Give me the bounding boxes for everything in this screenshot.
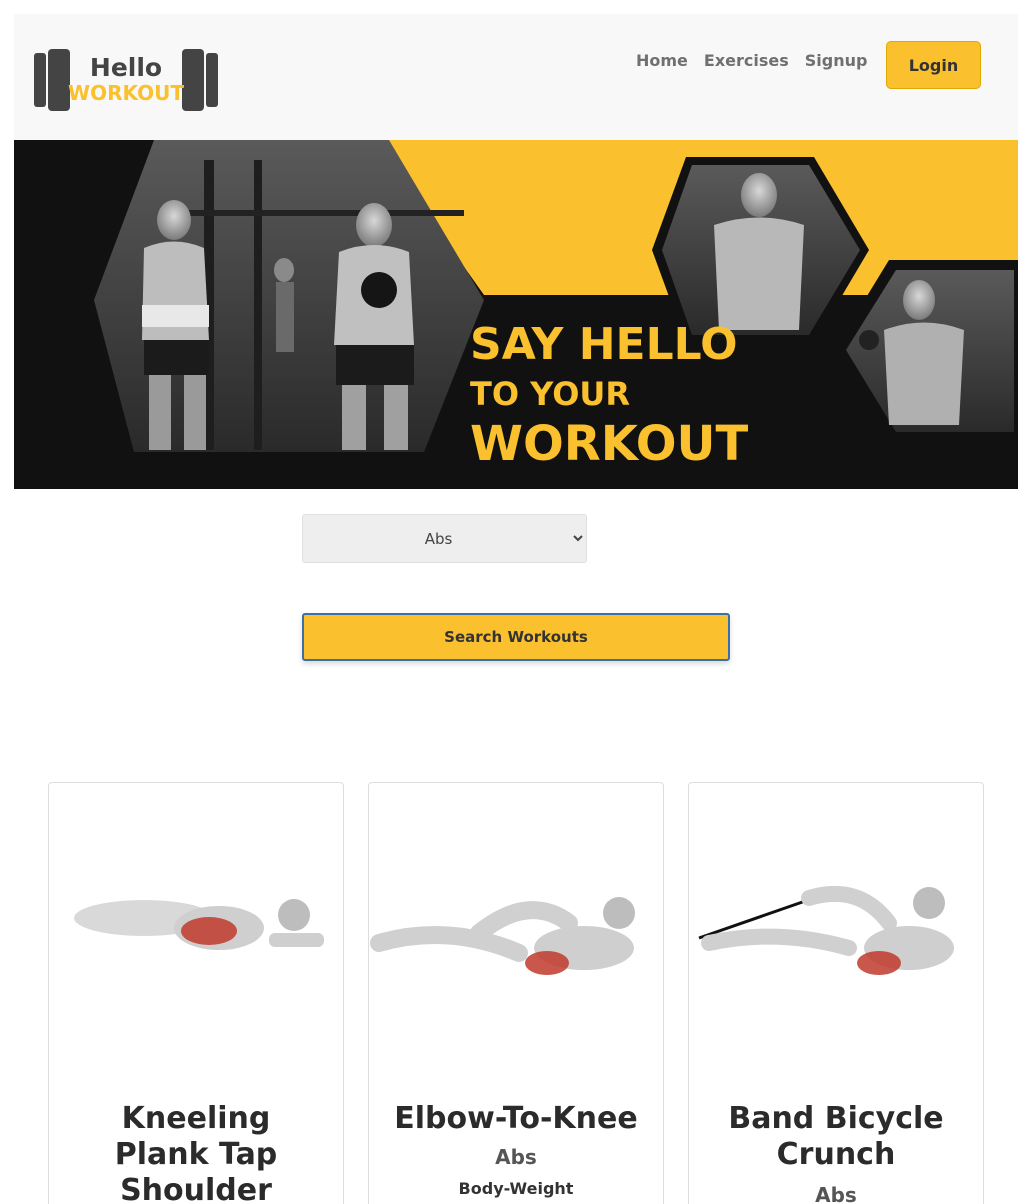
card-title-line: Plank Tap bbox=[114, 1137, 278, 1172]
card-title-line: Shoulder bbox=[120, 1173, 272, 1204]
search-workouts-button[interactable]: Search Workouts bbox=[302, 613, 730, 661]
exercise-illustration-band-bicycle-crunch bbox=[698, 885, 954, 975]
figure-leg bbox=[701, 928, 857, 956]
background-person-head bbox=[274, 258, 294, 282]
logo-line2: WORKOUT bbox=[68, 81, 184, 105]
dumbbell-icon bbox=[859, 330, 879, 350]
card-title-line: Kneeling bbox=[121, 1101, 271, 1136]
body-part-select-wrapper: Abs bbox=[302, 514, 587, 563]
man1-head bbox=[741, 173, 777, 217]
highlighted-muscle bbox=[181, 917, 237, 945]
nav-links: Home Exercises Signup bbox=[636, 51, 883, 70]
dumbbell-right-inner bbox=[182, 49, 204, 111]
nav-exercises-link[interactable]: Exercises bbox=[704, 51, 789, 70]
woman2-leg bbox=[384, 385, 408, 450]
woman2-leg bbox=[342, 385, 366, 450]
woman2-head bbox=[356, 203, 392, 247]
man2-head bbox=[903, 280, 935, 320]
card-title-line: Band Bicycle bbox=[728, 1101, 944, 1136]
woman1-leg bbox=[149, 375, 171, 450]
figure-arm bbox=[269, 933, 324, 947]
woman1-shorts bbox=[144, 340, 209, 375]
hero-headline-line1: SAY HELLO bbox=[470, 319, 738, 370]
background-person-body bbox=[276, 282, 294, 352]
man1-torso bbox=[714, 217, 804, 330]
hero-banner: SAY HELLO TO YOUR WORKOUT bbox=[14, 140, 1018, 489]
gym-rack-crossbar bbox=[164, 210, 464, 216]
card-title-line: Crunch bbox=[776, 1137, 896, 1172]
figure-leg bbox=[370, 926, 528, 962]
kettlebell-icon bbox=[361, 272, 397, 308]
figure-leg bbox=[470, 901, 578, 942]
gym-rack-bar bbox=[254, 160, 262, 450]
hero-graphic: SAY HELLO TO YOUR WORKOUT bbox=[14, 140, 1018, 489]
exercise-card[interactable]: Band Bicycle Crunch Abs bbox=[688, 782, 984, 1204]
logo-line1: Hello bbox=[90, 53, 162, 82]
nav-signup-link[interactable]: Signup bbox=[805, 51, 868, 70]
navbar: Hello WORKOUT Home Exercises Signup Logi… bbox=[14, 14, 1018, 140]
woman1-head bbox=[157, 200, 191, 240]
man2-torso bbox=[884, 322, 964, 425]
hero-headline-line2: TO YOUR bbox=[470, 375, 630, 413]
highlighted-muscle bbox=[857, 951, 901, 975]
card-body-part: Abs bbox=[815, 1183, 857, 1204]
dumbbell-left-inner bbox=[48, 49, 70, 111]
figure-head bbox=[603, 897, 635, 929]
card-equipment: Body-Weight bbox=[458, 1179, 574, 1198]
exercise-illustration-elbow-to-knee bbox=[370, 897, 635, 975]
dumbbell-left-outer bbox=[34, 53, 46, 107]
woman1-top bbox=[142, 305, 209, 327]
hero-headline-line3: WORKOUT bbox=[470, 416, 749, 472]
body-part-select[interactable]: Abs bbox=[302, 514, 587, 563]
hello-workout-logo[interactable]: Hello WORKOUT bbox=[34, 49, 218, 111]
figure-head bbox=[913, 887, 945, 919]
card-body-part: Abs bbox=[495, 1145, 537, 1169]
page: Hello WORKOUT Home Exercises Signup Logi… bbox=[0, 0, 1031, 1204]
card-title-line: Elbow-To-Knee bbox=[394, 1101, 638, 1136]
exercise-card[interactable]: Elbow-To-Knee Abs Body-Weight bbox=[368, 782, 664, 1204]
login-button[interactable]: Login bbox=[886, 41, 981, 89]
highlighted-muscle bbox=[525, 951, 569, 975]
exercise-card[interactable]: Kneeling Plank Tap Shoulder bbox=[48, 782, 344, 1204]
exercise-illustration-kneeling-plank bbox=[74, 899, 324, 950]
woman2-shorts bbox=[336, 345, 414, 385]
dumbbell-right-outer bbox=[206, 53, 218, 107]
figure-leg bbox=[801, 885, 897, 931]
woman1-leg bbox=[184, 375, 206, 450]
figure-head bbox=[278, 899, 310, 931]
nav-home-link[interactable]: Home bbox=[636, 51, 688, 70]
